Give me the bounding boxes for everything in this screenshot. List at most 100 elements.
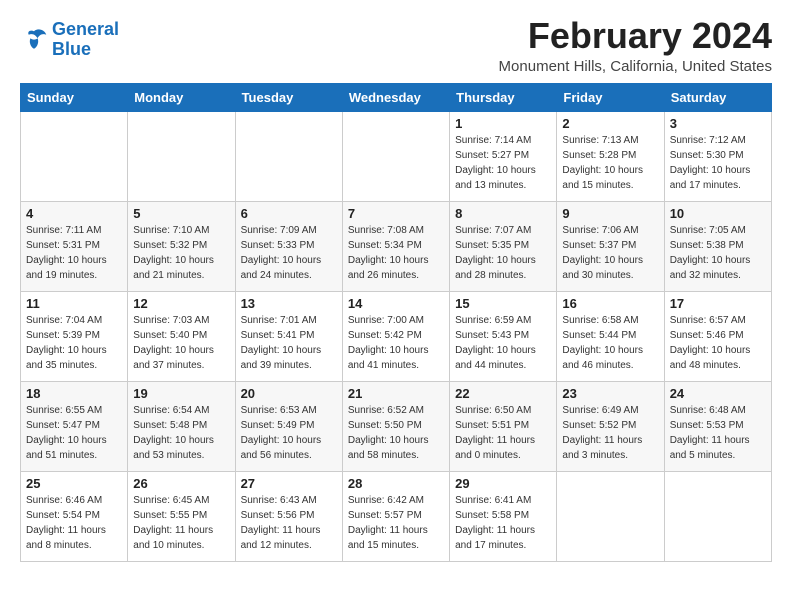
day-number: 2: [562, 116, 658, 131]
day-number: 4: [26, 206, 122, 221]
calendar-cell: [557, 471, 664, 561]
day-number: 16: [562, 296, 658, 311]
cell-info: Sunrise: 7:01 AM Sunset: 5:41 PM Dayligh…: [241, 313, 337, 373]
day-number: 22: [455, 386, 551, 401]
page-subtitle: Monument Hills, California, United State…: [499, 58, 772, 75]
col-header-friday: Friday: [557, 83, 664, 111]
day-number: 14: [348, 296, 444, 311]
page-header: General Blue February 2024 Monument Hill…: [20, 16, 772, 75]
logo: General Blue: [20, 20, 119, 60]
calendar-table: SundayMondayTuesdayWednesdayThursdayFrid…: [20, 83, 772, 562]
cell-info: Sunrise: 7:09 AM Sunset: 5:33 PM Dayligh…: [241, 223, 337, 283]
calendar-cell: [21, 111, 128, 201]
col-header-monday: Monday: [128, 83, 235, 111]
calendar-cell: 15 Sunrise: 6:59 AM Sunset: 5:43 PM Dayli…: [450, 291, 557, 381]
calendar-cell: 9Sunrise: 7:06 AM Sunset: 5:37 PM Daylig…: [557, 201, 664, 291]
calendar-cell: 6 Sunrise: 7:09 AM Sunset: 5:33 PM Daylig…: [235, 201, 342, 291]
calendar-cell: 14 Sunrise: 7:00 AM Sunset: 5:42 PM Dayli…: [342, 291, 449, 381]
cell-info: Sunrise: 6:52 AM Sunset: 5:50 PM Dayligh…: [348, 403, 444, 463]
cell-info: Sunrise: 6:55 AM Sunset: 5:47 PM Dayligh…: [26, 403, 122, 463]
cell-info: Sunrise: 7:03 AM Sunset: 5:40 PM Dayligh…: [133, 313, 229, 373]
week-row-4: 18 Sunrise: 6:55 AM Sunset: 5:47 PM Dayli…: [21, 381, 772, 471]
calendar-cell: 25 Sunrise: 6:46 AM Sunset: 5:54 PM Dayli…: [21, 471, 128, 561]
calendar-cell: [664, 471, 771, 561]
calendar-header-row: SundayMondayTuesdayWednesdayThursdayFrid…: [21, 83, 772, 111]
col-header-thursday: Thursday: [450, 83, 557, 111]
day-number: 19: [133, 386, 229, 401]
cell-info: Sunrise: 7:11 AM Sunset: 5:31 PM Dayligh…: [26, 223, 122, 283]
calendar-cell: 12 Sunrise: 7:03 AM Sunset: 5:40 PM Dayli…: [128, 291, 235, 381]
col-header-sunday: Sunday: [21, 83, 128, 111]
day-number: 11: [26, 296, 122, 311]
day-number: 27: [241, 476, 337, 491]
calendar-cell: [235, 111, 342, 201]
day-number: 10: [670, 206, 766, 221]
cell-info: Sunrise: 6:49 AM Sunset: 5:52 PM Dayligh…: [562, 403, 658, 463]
cell-info: Sunrise: 7:04 AM Sunset: 5:39 PM Dayligh…: [26, 313, 122, 373]
cell-info: Sunrise: 7:14 AM Sunset: 5:27 PM Dayligh…: [455, 133, 551, 193]
calendar-cell: 19 Sunrise: 6:54 AM Sunset: 5:48 PM Dayli…: [128, 381, 235, 471]
cell-info: Sunrise: 7:08 AM Sunset: 5:34 PM Dayligh…: [348, 223, 444, 283]
calendar-cell: 21 Sunrise: 6:52 AM Sunset: 5:50 PM Dayli…: [342, 381, 449, 471]
calendar-cell: [342, 111, 449, 201]
day-number: 17: [670, 296, 766, 311]
cell-info: Sunrise: 6:59 AM Sunset: 5:43 PM Dayligh…: [455, 313, 551, 373]
calendar-cell: 13 Sunrise: 7:01 AM Sunset: 5:41 PM Dayli…: [235, 291, 342, 381]
day-number: 6: [241, 206, 337, 221]
logo-text: General Blue: [52, 20, 119, 60]
logo-bird-icon: [20, 26, 48, 54]
day-number: 25: [26, 476, 122, 491]
calendar-cell: 22 Sunrise: 6:50 AM Sunset: 5:51 PM Dayli…: [450, 381, 557, 471]
calendar-cell: 3 Sunrise: 7:12 AM Sunset: 5:30 PM Daylig…: [664, 111, 771, 201]
cell-info: Sunrise: 6:58 AM Sunset: 5:44 PM Dayligh…: [562, 313, 658, 373]
calendar-cell: 24Sunrise: 6:48 AM Sunset: 5:53 PM Dayli…: [664, 381, 771, 471]
calendar-cell: 26 Sunrise: 6:45 AM Sunset: 5:55 PM Dayli…: [128, 471, 235, 561]
cell-info: Sunrise: 6:50 AM Sunset: 5:51 PM Dayligh…: [455, 403, 551, 463]
week-row-1: 1 Sunrise: 7:14 AM Sunset: 5:27 PM Daylig…: [21, 111, 772, 201]
week-row-2: 4 Sunrise: 7:11 AM Sunset: 5:31 PM Daylig…: [21, 201, 772, 291]
calendar-cell: 11 Sunrise: 7:04 AM Sunset: 5:39 PM Dayli…: [21, 291, 128, 381]
calendar-cell: 7Sunrise: 7:08 AM Sunset: 5:34 PM Daylig…: [342, 201, 449, 291]
calendar-cell: 4 Sunrise: 7:11 AM Sunset: 5:31 PM Daylig…: [21, 201, 128, 291]
calendar-cell: [128, 111, 235, 201]
title-area: February 2024 Monument Hills, California…: [499, 16, 772, 75]
day-number: 20: [241, 386, 337, 401]
calendar-cell: 29 Sunrise: 6:41 AM Sunset: 5:58 PM Dayli…: [450, 471, 557, 561]
calendar-cell: 16 Sunrise: 6:58 AM Sunset: 5:44 PM Dayli…: [557, 291, 664, 381]
col-header-saturday: Saturday: [664, 83, 771, 111]
day-number: 1: [455, 116, 551, 131]
page-title: February 2024: [499, 16, 772, 56]
cell-info: Sunrise: 7:10 AM Sunset: 5:32 PM Dayligh…: [133, 223, 229, 283]
day-number: 3: [670, 116, 766, 131]
cell-info: Sunrise: 6:48 AM Sunset: 5:53 PM Dayligh…: [670, 403, 766, 463]
calendar-cell: 10Sunrise: 7:05 AM Sunset: 5:38 PM Dayli…: [664, 201, 771, 291]
day-number: 23: [562, 386, 658, 401]
day-number: 21: [348, 386, 444, 401]
calendar-cell: 1 Sunrise: 7:14 AM Sunset: 5:27 PM Daylig…: [450, 111, 557, 201]
week-row-3: 11 Sunrise: 7:04 AM Sunset: 5:39 PM Dayli…: [21, 291, 772, 381]
day-number: 18: [26, 386, 122, 401]
cell-info: Sunrise: 6:46 AM Sunset: 5:54 PM Dayligh…: [26, 493, 122, 553]
cell-info: Sunrise: 6:54 AM Sunset: 5:48 PM Dayligh…: [133, 403, 229, 463]
cell-info: Sunrise: 7:00 AM Sunset: 5:42 PM Dayligh…: [348, 313, 444, 373]
day-number: 12: [133, 296, 229, 311]
day-number: 13: [241, 296, 337, 311]
cell-info: Sunrise: 6:53 AM Sunset: 5:49 PM Dayligh…: [241, 403, 337, 463]
cell-info: Sunrise: 6:41 AM Sunset: 5:58 PM Dayligh…: [455, 493, 551, 553]
calendar-cell: 18 Sunrise: 6:55 AM Sunset: 5:47 PM Dayli…: [21, 381, 128, 471]
cell-info: Sunrise: 7:12 AM Sunset: 5:30 PM Dayligh…: [670, 133, 766, 193]
cell-info: Sunrise: 6:45 AM Sunset: 5:55 PM Dayligh…: [133, 493, 229, 553]
cell-info: Sunrise: 7:07 AM Sunset: 5:35 PM Dayligh…: [455, 223, 551, 283]
col-header-tuesday: Tuesday: [235, 83, 342, 111]
col-header-wednesday: Wednesday: [342, 83, 449, 111]
cell-info: Sunrise: 6:43 AM Sunset: 5:56 PM Dayligh…: [241, 493, 337, 553]
cell-info: Sunrise: 7:06 AM Sunset: 5:37 PM Dayligh…: [562, 223, 658, 283]
day-number: 29: [455, 476, 551, 491]
day-number: 5: [133, 206, 229, 221]
day-number: 26: [133, 476, 229, 491]
calendar-cell: 2Sunrise: 7:13 AM Sunset: 5:28 PM Daylig…: [557, 111, 664, 201]
calendar-cell: 8Sunrise: 7:07 AM Sunset: 5:35 PM Daylig…: [450, 201, 557, 291]
cell-info: Sunrise: 6:57 AM Sunset: 5:46 PM Dayligh…: [670, 313, 766, 373]
calendar-cell: 28Sunrise: 6:42 AM Sunset: 5:57 PM Dayli…: [342, 471, 449, 561]
day-number: 15: [455, 296, 551, 311]
